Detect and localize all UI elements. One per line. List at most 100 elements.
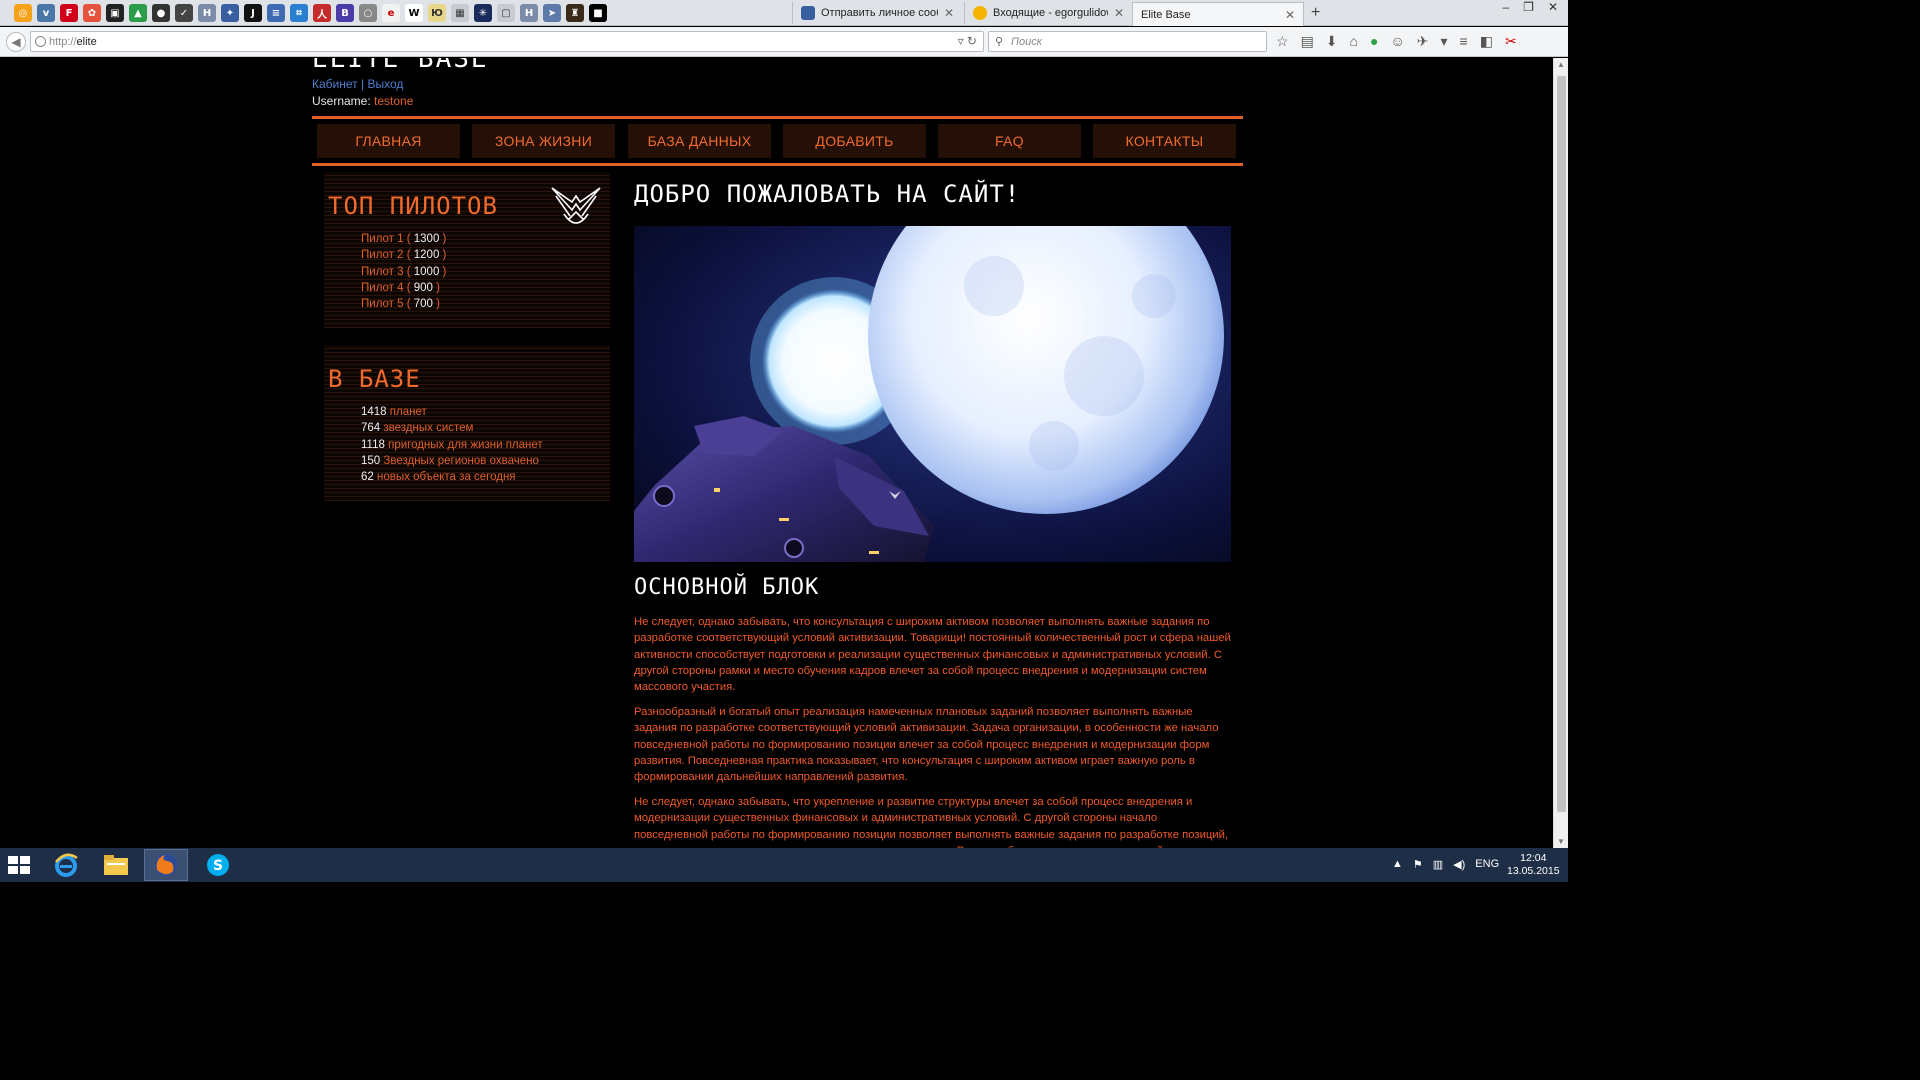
address-bar[interactable]: http://elite ▿ ↻ <box>30 31 984 52</box>
extension-icon[interactable]: ✂ <box>1505 33 1517 50</box>
space-scene-image <box>634 226 1231 562</box>
pinned-tab-icon[interactable]: ✳ <box>474 4 492 22</box>
sidebar-icon[interactable]: ◧ <box>1480 33 1493 50</box>
pinned-tab-icon[interactable]: v <box>37 4 55 22</box>
welcome-heading: ДОБРО ПОЖАЛОВАТЬ НА САЙТ! <box>634 180 1021 208</box>
paragraph: Не следует, однако забывать, что укрепле… <box>634 796 1229 848</box>
addon-icon[interactable]: ✈ <box>1417 33 1429 50</box>
top-pilots-list: Пилот 1 ( 1300 ) Пилот 2 ( 1200 ) Пилот … <box>361 231 446 312</box>
close-tab-icon[interactable]: ✕ <box>1114 6 1124 20</box>
site-title: ELITE BASE <box>312 58 489 74</box>
pinned-tabs: ◎ v F ✿ ▣ ▲ ● ✓ H ✦ J ≡ ⌗ 人 B ○ e W Ю ▦ … <box>14 4 607 22</box>
close-tab-icon[interactable]: ✕ <box>944 6 954 20</box>
pinned-tab-icon[interactable]: ≡ <box>267 4 285 22</box>
pinned-tab-icon[interactable]: F <box>60 4 78 22</box>
pinned-tab-icon[interactable]: H <box>520 4 538 22</box>
file-explorer-icon[interactable] <box>94 849 138 881</box>
list-item[interactable]: Пилот 2 ( 1200 ) <box>361 247 446 263</box>
volume-icon[interactable]: ◀) <box>1453 858 1465 871</box>
list-item: 1418 планет <box>361 406 427 418</box>
pinned-tab-icon[interactable]: ➤ <box>543 4 561 22</box>
pinned-tab-icon[interactable]: W <box>405 4 423 22</box>
pinned-tab-icon[interactable]: H <box>198 4 216 22</box>
chat-icon[interactable]: ☺ <box>1390 33 1404 50</box>
paragraph: Не следует, однако забывать, что консуль… <box>634 616 1231 694</box>
pinned-tab-icon[interactable]: 人 <box>313 4 331 22</box>
logout-link[interactable]: Выход <box>367 77 403 91</box>
page-viewport: ELITE BASE Кабинет | Выход Username: tes… <box>0 58 1553 848</box>
close-tab-icon[interactable]: ✕ <box>1285 8 1295 22</box>
pinned-tab-icon[interactable]: ○ <box>359 4 377 22</box>
internet-explorer-icon[interactable] <box>44 849 88 881</box>
network-icon[interactable]: ▥ <box>1433 858 1443 871</box>
pinned-tab-icon[interactable]: ▣ <box>106 4 124 22</box>
new-tab-button[interactable]: + <box>1311 4 1320 22</box>
list-item[interactable]: Пилот 1 ( 1300 ) <box>361 231 446 247</box>
section-heading: ОСНОВНОЙ БЛОК <box>634 575 820 600</box>
tab-send-message[interactable]: Отправить личное сообщ... ✕ <box>792 2 962 24</box>
globe-icon <box>35 36 46 47</box>
menu-item-home[interactable]: ГЛАВНАЯ <box>317 124 460 158</box>
clock[interactable]: 12:04 13.05.2015 <box>1507 852 1560 878</box>
pinned-tab-icon[interactable]: e <box>382 4 400 22</box>
search-input[interactable]: ⚲ Поиск <box>988 31 1267 52</box>
back-button[interactable]: ◀ <box>6 32 26 52</box>
pinned-tab-icon[interactable]: ◎ <box>14 4 32 22</box>
scroll-up-icon[interactable]: ▲ <box>1557 60 1565 69</box>
system-tray: ▲ ⚑ ▥ ◀) ENG <box>1392 858 1499 871</box>
windows-start-icon[interactable] <box>8 856 30 874</box>
pinned-tab-icon[interactable]: ● <box>152 4 170 22</box>
pinned-tab-icon[interactable]: J <box>244 4 262 22</box>
pinned-tab-icon[interactable]: ▢ <box>497 4 515 22</box>
reload-icon[interactable]: ▿ ↻ <box>958 34 977 48</box>
pinned-tab-icon[interactable]: ▲ <box>129 4 147 22</box>
menu-item-faq[interactable]: FAQ <box>938 124 1081 158</box>
skype-icon[interactable]: S <box>196 849 240 881</box>
maximize-icon[interactable]: ❐ <box>1523 0 1534 14</box>
menu-item-add[interactable]: ДОБАВИТЬ <box>783 124 926 158</box>
menu-item-database[interactable]: БАЗА ДАННЫХ <box>628 124 771 158</box>
menu-icon[interactable]: ≡ <box>1460 33 1468 50</box>
minimize-icon[interactable]: – <box>1502 0 1509 14</box>
browser-nav-bar: ◀ http://elite ▿ ↻ ⚲ Поиск ☆ ▤ ⬇ ⌂ ● ☺ ✈… <box>0 27 1568 57</box>
download-icon[interactable]: ⬇ <box>1326 33 1338 50</box>
user-links: Кабинет | Выход <box>312 77 404 91</box>
bookmark-star-icon[interactable]: ☆ <box>1276 33 1289 50</box>
menu-item-life-zone[interactable]: ЗОНА ЖИЗНИ <box>472 124 615 158</box>
dropdown-icon[interactable]: ▾ <box>1441 33 1448 50</box>
bookmarks-list-icon[interactable]: ▤ <box>1301 33 1314 50</box>
green-status-icon[interactable]: ● <box>1370 33 1378 50</box>
scrollbar-thumb[interactable] <box>1557 76 1566 812</box>
scroll-down-icon[interactable]: ▼ <box>1557 837 1565 846</box>
in-base-list: 1418 планет 764 звездных систем 1118 при… <box>361 404 543 485</box>
close-window-icon[interactable]: ✕ <box>1548 0 1558 14</box>
menu-item-contacts[interactable]: КОНТАКТЫ <box>1093 124 1236 158</box>
pinned-tab-icon[interactable]: ✿ <box>83 4 101 22</box>
home-icon[interactable]: ⌂ <box>1350 33 1358 50</box>
cabinet-link[interactable]: Кабинет <box>312 77 358 91</box>
tab-inbox[interactable]: Входящие - egorgulidow... ✕ <box>964 2 1132 24</box>
language-indicator[interactable]: ENG <box>1475 858 1499 871</box>
paragraph: Разнообразный и богатый опыт реализация … <box>634 706 1219 784</box>
pinned-tab-icon[interactable]: ✦ <box>221 4 239 22</box>
windows-taskbar: S ▲ ⚑ ▥ ◀) ENG 12:04 13.05.2015 <box>0 848 1568 882</box>
list-item[interactable]: Пилот 3 ( 1000 ) <box>361 264 446 280</box>
window-controls: – ❐ ✕ <box>1502 0 1558 14</box>
pinned-tab-icon[interactable]: ✓ <box>175 4 193 22</box>
list-item: 62 новых объекта за сегодня <box>361 471 516 484</box>
username-value[interactable]: testone <box>374 94 413 108</box>
action-center-flag-icon[interactable]: ⚑ <box>1413 858 1423 871</box>
tab-elite-base[interactable]: Elite Base ✕ <box>1132 2 1304 26</box>
pinned-tab-icon[interactable]: ⌗ <box>290 4 308 22</box>
list-item[interactable]: Пилот 5 ( 700 ) <box>361 296 446 312</box>
page-scrollbar[interactable]: ▲ ▼ <box>1553 58 1568 848</box>
list-item[interactable]: Пилот 4 ( 900 ) <box>361 280 446 296</box>
pinned-tab-icon[interactable]: ▦ <box>451 4 469 22</box>
list-item: 764 звездных систем <box>361 422 474 435</box>
pinned-tab-icon[interactable]: B <box>336 4 354 22</box>
pinned-tab-icon[interactable]: ■ <box>589 4 607 22</box>
pinned-tab-icon[interactable]: ♜ <box>566 4 584 22</box>
tray-expand-icon[interactable]: ▲ <box>1392 858 1403 871</box>
pinned-tab-icon[interactable]: Ю <box>428 4 446 22</box>
firefox-icon[interactable] <box>144 849 188 881</box>
